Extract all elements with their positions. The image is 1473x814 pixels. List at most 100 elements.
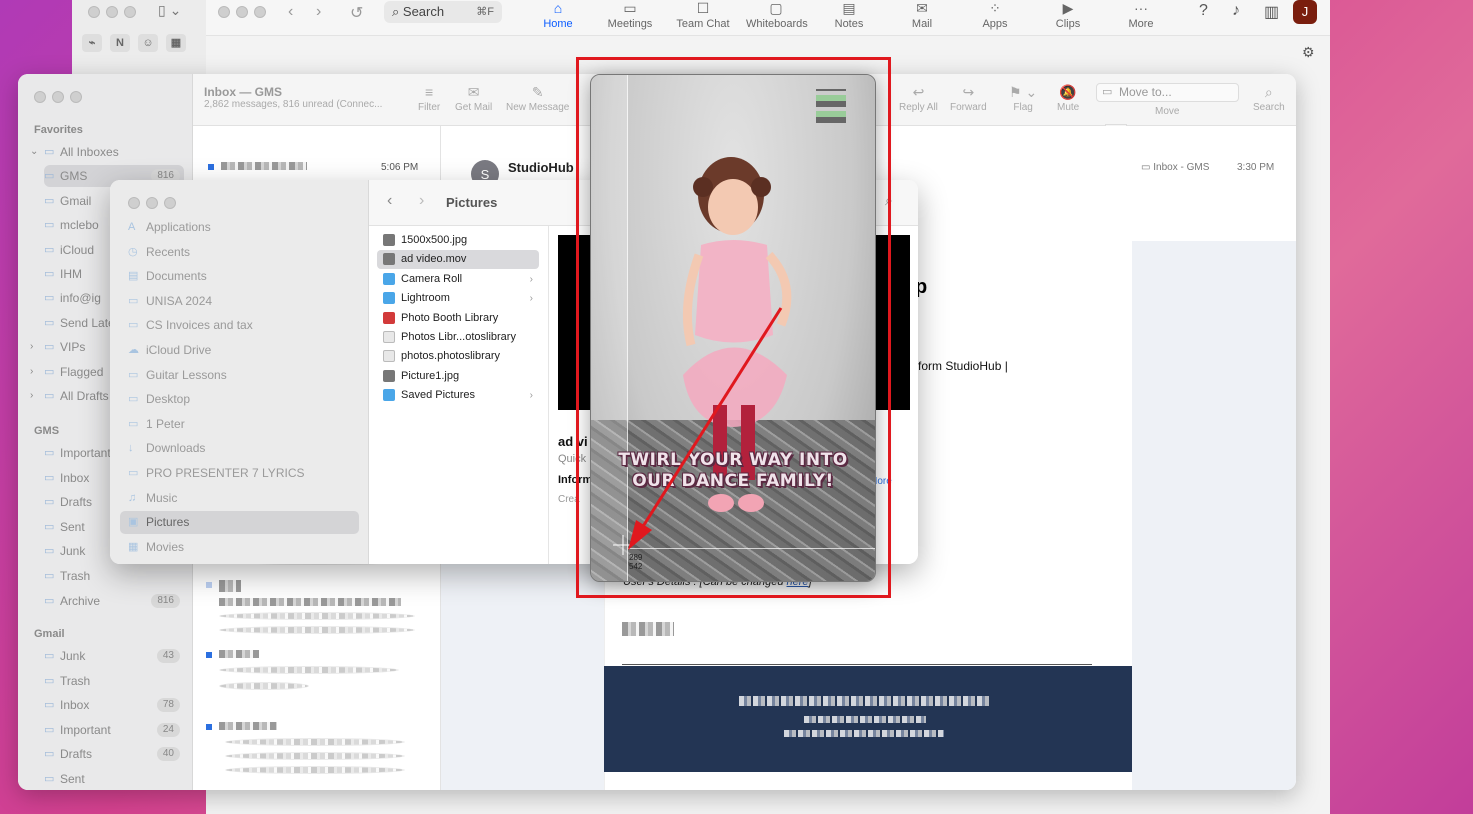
tab-mail[interactable]: ✉ Mail	[892, 0, 952, 30]
finder-sidebar-pictures[interactable]: ▣ Pictures	[120, 511, 359, 535]
blurred-row	[225, 752, 405, 760]
search-box[interactable]: ⌕ Search ⌘F	[384, 1, 502, 23]
disclosure-chevron-icon[interactable]: ⌄	[30, 141, 38, 163]
forward-button[interactable]: ↪ Forward	[950, 84, 987, 113]
finder-sidebar-unisa-2024[interactable]: ▭ UNISA 2024	[120, 290, 359, 313]
back-arrow-icon[interactable]: ‹	[288, 3, 293, 21]
file-row[interactable]: ad video.mov	[377, 250, 539, 270]
finder-sidebar-downloads[interactable]: ↓ Downloads	[120, 437, 359, 460]
new-message-button[interactable]: ✎ New Message	[506, 84, 569, 113]
file-row[interactable]: Photo Booth Library	[377, 309, 539, 328]
finder-sidebar-pro-presenter-7-lyrics[interactable]: ▭ PRO PRESENTER 7 LYRICS	[120, 462, 359, 485]
tab-home[interactable]: ⌂ Home	[528, 0, 588, 30]
grid-icon[interactable]: ▦	[166, 34, 186, 52]
tab-notes[interactable]: ▤ Notes	[819, 0, 879, 30]
close-button[interactable]	[218, 6, 230, 18]
filter-button[interactable]: ≡ Filter	[418, 84, 440, 113]
sidebar-item-label: Trash	[60, 569, 91, 583]
sidebar-item-inbox[interactable]: ▭ Inbox 78	[44, 694, 184, 716]
history-icon[interactable]: ↺	[350, 3, 363, 23]
tab-more[interactable]: ··· More	[1111, 0, 1171, 30]
message-time[interactable]: 5:06 PM	[381, 162, 418, 173]
sidebar-item-trash[interactable]: ▭ Trash	[44, 670, 184, 692]
finder-sidebar-guitar-lessons[interactable]: ▭ Guitar Lessons	[120, 364, 359, 387]
minimize-button[interactable]	[106, 6, 118, 18]
avatar[interactable]: J	[1293, 0, 1317, 24]
get-mail-button[interactable]: ✉ Get Mail	[455, 84, 492, 113]
gear-icon[interactable]: ⚙	[1302, 44, 1315, 61]
finder-sidebar-documents[interactable]: ▤ Documents	[120, 265, 359, 288]
disclosure-chevron-icon[interactable]: ›	[30, 361, 33, 383]
mailbox-icon: ▭	[44, 496, 55, 509]
disclosure-chevron-icon[interactable]: ›	[30, 336, 33, 358]
zoom-button[interactable]	[164, 197, 176, 209]
flag-button[interactable]: ⚑ ⌄ Flag	[1009, 84, 1037, 113]
finder-sidebar-cs-invoices-and-tax[interactable]: ▭ CS Invoices and tax	[120, 314, 359, 337]
minimize-button[interactable]	[236, 6, 248, 18]
mailbox-icon: ▭	[44, 341, 55, 354]
notification-bell-icon[interactable]: ♪	[1232, 2, 1240, 20]
sidebar-item-label: GMS	[60, 169, 88, 184]
folder-icon	[383, 389, 395, 402]
minimize-button[interactable]	[52, 91, 64, 103]
reply-all-button[interactable]: ↩ Reply All	[899, 84, 938, 113]
mute-button[interactable]: 🔕 Mute	[1057, 84, 1079, 113]
close-button[interactable]	[34, 91, 46, 103]
forward-arrow-icon[interactable]: ›	[419, 192, 424, 210]
sidebar-item-all-inboxes[interactable]: ⌄ ▭ All Inboxes	[30, 141, 184, 163]
sidebar-item-label: VIPs	[60, 340, 86, 355]
finder-sidebar-movies[interactable]: ▦ Movies	[120, 536, 359, 559]
folder-row[interactable]: Camera Roll ›	[377, 270, 539, 289]
sidebar-item-archive[interactable]: ▭ Archive 816	[44, 590, 184, 612]
file-row[interactable]: Picture1.jpg	[377, 367, 539, 386]
file-row[interactable]: photos.photoslibrary	[377, 347, 539, 366]
tab-meetings[interactable]: ▭ Meetings	[600, 0, 660, 30]
panel-icon[interactable]: ▥	[1264, 2, 1279, 22]
folder-row[interactable]: Lightroom ›	[377, 289, 539, 308]
move-to-dropdown[interactable]: ▭ Move to...	[1096, 83, 1239, 102]
sidebar-item-important[interactable]: ▭ Important 24	[44, 719, 184, 741]
toolbar-icon-2[interactable]: N	[110, 34, 130, 52]
tab-team-chat[interactable]: ☐ Team Chat	[673, 0, 733, 30]
toolbar-icon-1[interactable]: ⌁	[82, 34, 102, 52]
unread-count-badge: 816	[151, 593, 180, 608]
minimize-button[interactable]	[146, 197, 158, 209]
zoom-button[interactable]	[254, 6, 266, 18]
file-row[interactable]: Photos Libr...otoslibrary	[377, 328, 539, 347]
file-row[interactable]: 1500x500.jpg	[377, 231, 539, 250]
tab-clips[interactable]: ▶ Clips	[1038, 0, 1098, 30]
zoom-button[interactable]	[124, 6, 136, 18]
sidebar-toggle-icon[interactable]: ▯ ⌄	[158, 2, 181, 19]
folder-icon: ▭	[128, 417, 139, 430]
close-button[interactable]	[88, 6, 100, 18]
finder-sidebar-label: Recents	[146, 244, 191, 259]
sidebar-item-sent[interactable]: ▭ Sent	[44, 768, 184, 790]
toolbar-icon-3[interactable]: ☺	[138, 34, 158, 52]
help-icon[interactable]: ?	[1199, 2, 1208, 20]
finder-sidebar-icloud-drive[interactable]: ☁ iCloud Drive	[120, 339, 359, 362]
finder-sidebar-1-peter[interactable]: ▭ 1 Peter	[120, 413, 359, 436]
blurred-row	[219, 626, 415, 634]
tab-apps[interactable]: ⁘ Apps	[965, 0, 1025, 30]
forward-arrow-icon[interactable]: ›	[316, 3, 321, 21]
search-label: Search	[402, 4, 445, 19]
tab-whiteboards[interactable]: ▢ Whiteboards	[746, 0, 808, 30]
sidebar-item-drafts[interactable]: ▭ Drafts 40	[44, 743, 184, 765]
finder-sidebar-label: Documents	[146, 269, 207, 284]
disclosure-chevron-icon[interactable]: ›	[30, 385, 33, 407]
unread-dot	[208, 164, 214, 170]
unread-count-badge: 78	[156, 698, 180, 713]
finder-sidebar-music[interactable]: ♫ Music	[120, 487, 359, 510]
sidebar-item-trash[interactable]: ▭ Trash	[44, 565, 184, 587]
sidebar-item-junk[interactable]: ▭ Junk 43	[44, 645, 184, 667]
back-arrow-icon[interactable]: ‹	[387, 192, 392, 210]
folder-row[interactable]: Saved Pictures ›	[377, 386, 539, 405]
finder-sidebar-recents[interactable]: ◷ Recents	[120, 241, 359, 264]
close-button[interactable]	[128, 197, 140, 209]
search-button[interactable]: ⌕ Search	[1253, 84, 1285, 113]
finder-sidebar-desktop[interactable]: ▭ Desktop	[120, 388, 359, 411]
sidebar-item-label: Junk	[60, 649, 86, 663]
zoom-button[interactable]	[70, 91, 82, 103]
divider	[622, 664, 1092, 665]
finder-sidebar-applications[interactable]: A Applications	[120, 216, 359, 239]
